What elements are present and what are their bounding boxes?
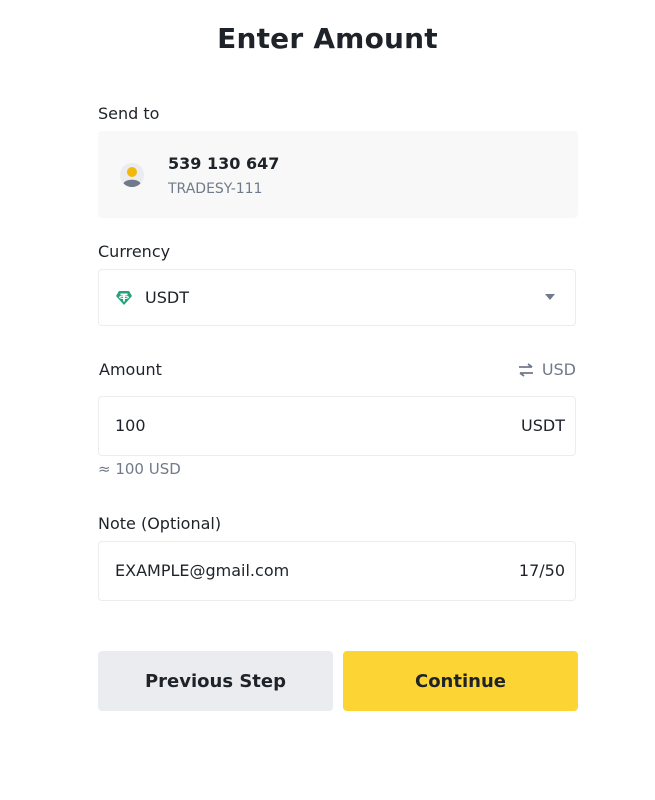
continue-button[interactable]: Continue [343, 651, 578, 711]
page-title: Enter Amount [217, 22, 438, 55]
note-label: Note (Optional) [98, 514, 222, 533]
swap-icon [518, 362, 533, 377]
tether-icon [115, 289, 133, 307]
recipient-card: 539 130 647 TRADESY-111 [98, 131, 578, 218]
amount-approx: ≈ 100 USD [98, 460, 181, 478]
recipient-id: 539 130 647 [168, 154, 280, 173]
currency-toggle-label: USD [541, 360, 576, 379]
note-char-counter: 17/50 [518, 561, 565, 580]
avatar-icon [120, 163, 144, 188]
amount-unit: USDT [521, 416, 565, 435]
send-to-label: Send to [98, 104, 160, 123]
amount-input[interactable]: 100 USDT [98, 396, 576, 456]
currency-value: USDT [145, 288, 189, 307]
note-input[interactable]: EXAMPLE@gmail.com 17/50 [98, 541, 576, 601]
recipient-name: TRADESY-111 [168, 181, 263, 197]
currency-label: Currency [98, 242, 171, 261]
amount-value: 100 [115, 416, 146, 435]
amount-label: Amount [99, 360, 162, 379]
note-value: EXAMPLE@gmail.com [115, 561, 290, 580]
currency-select[interactable]: USDT [98, 269, 576, 326]
chevron-down-icon [545, 294, 555, 300]
previous-step-button[interactable]: Previous Step [98, 651, 333, 711]
currency-toggle[interactable]: USD [518, 360, 576, 379]
